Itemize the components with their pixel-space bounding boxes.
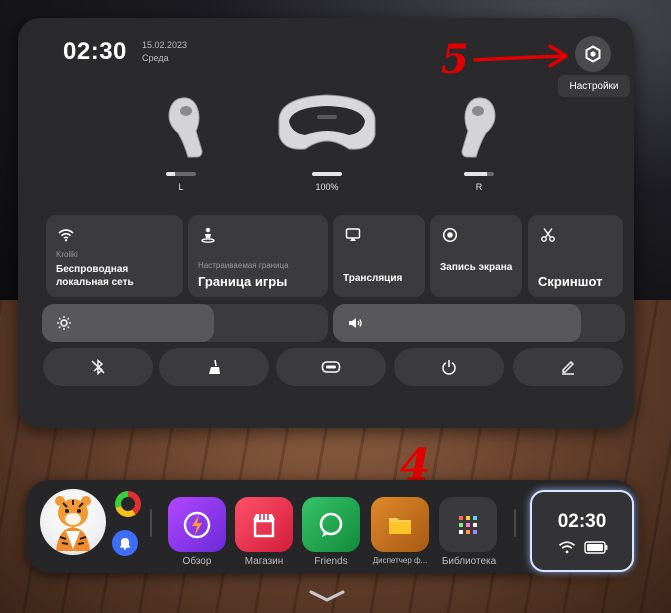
headset-link-icon bbox=[321, 361, 341, 373]
app-explore[interactable] bbox=[168, 497, 226, 552]
wifi-icon bbox=[58, 229, 74, 242]
chevron-down-icon[interactable] bbox=[305, 588, 349, 604]
user-avatar[interactable] bbox=[40, 489, 106, 555]
panel-day: Среда bbox=[142, 53, 169, 63]
app-label-explore: Обзор bbox=[182, 556, 212, 567]
record-tile[interactable]: Запись экрана bbox=[430, 215, 522, 297]
clean-button[interactable] bbox=[159, 348, 269, 386]
app-label-library: Библиотека bbox=[441, 556, 497, 567]
app-file-manager[interactable] bbox=[371, 497, 429, 552]
settings-button[interactable] bbox=[575, 36, 611, 72]
power-icon bbox=[442, 360, 456, 375]
folder-icon bbox=[389, 517, 411, 534]
notifications-button[interactable] bbox=[112, 530, 138, 556]
wifi-tile-title: Беспроводная локальная сеть bbox=[56, 264, 134, 288]
grid-icon bbox=[459, 515, 477, 534]
headset-battery-fill bbox=[312, 172, 342, 176]
screenshot-tile[interactable]: Скриншот bbox=[528, 215, 623, 297]
cast-icon bbox=[345, 228, 361, 241]
left-controller-label: L bbox=[178, 182, 184, 192]
annotation-arrow-5 bbox=[473, 44, 568, 68]
hexagon-gear-icon bbox=[585, 45, 601, 63]
right-controller-battery-fill bbox=[464, 172, 487, 176]
quick-settings-panel: 02:30 15.02.2023 Среда Настройки L 100% bbox=[18, 18, 634, 428]
headset-link-button[interactable] bbox=[276, 348, 386, 386]
bluetooth-toggle-button[interactable] bbox=[43, 348, 153, 386]
right-controller[interactable] bbox=[448, 93, 508, 161]
app-library[interactable] bbox=[439, 497, 497, 552]
left-controller-battery-bar bbox=[166, 172, 196, 176]
controller-icon bbox=[168, 97, 203, 158]
clean-icon bbox=[209, 359, 220, 374]
volume-icon bbox=[349, 318, 362, 328]
power-button[interactable] bbox=[394, 348, 504, 386]
annotation-number-5: 5 bbox=[441, 36, 469, 83]
edit-icon bbox=[562, 361, 574, 375]
headset-battery-label: 100% bbox=[315, 182, 339, 192]
app-label-friends: Friends bbox=[314, 556, 348, 567]
taskbar-separator bbox=[150, 509, 152, 537]
app-label-store: Магазин bbox=[244, 556, 284, 567]
bluetooth-off-icon bbox=[91, 359, 105, 375]
record-icon bbox=[442, 227, 458, 243]
screenshot-tile-title: Скриншот bbox=[538, 274, 603, 289]
activity-rings-icon[interactable] bbox=[115, 491, 141, 517]
volume-slider[interactable] bbox=[333, 304, 625, 342]
bell-icon bbox=[120, 538, 130, 550]
settings-tooltip: Настройки bbox=[558, 75, 630, 97]
volume-slider-fill bbox=[333, 304, 582, 342]
app-store[interactable] bbox=[235, 497, 293, 552]
boundary-tile-title: Граница игры bbox=[198, 274, 288, 289]
cast-tile[interactable]: Трансляция bbox=[333, 215, 425, 297]
store-icon bbox=[253, 513, 275, 537]
cast-tile-title: Трансляция bbox=[343, 273, 403, 284]
headset-icon bbox=[278, 94, 376, 150]
status-clock-widget[interactable]: 02:30 bbox=[530, 490, 634, 572]
explore-icon bbox=[183, 511, 211, 538]
headset-battery-bar bbox=[312, 172, 342, 176]
brightness-icon bbox=[57, 316, 71, 330]
record-tile-title: Запись экрана bbox=[440, 262, 513, 273]
scissors-icon bbox=[541, 228, 555, 242]
taskbar-clock-time: 02:30 bbox=[557, 511, 607, 532]
left-controller[interactable] bbox=[156, 93, 216, 161]
brightness-slider[interactable] bbox=[42, 304, 328, 342]
taskbar-separator bbox=[514, 509, 516, 537]
app-friends[interactable] bbox=[302, 497, 360, 552]
boundary-icon bbox=[201, 227, 215, 243]
right-controller-label: R bbox=[475, 182, 483, 192]
boundary-subtitle: Настраиваемая граница bbox=[198, 261, 289, 270]
left-controller-battery-fill bbox=[166, 172, 175, 176]
panel-date: 15.02.2023 bbox=[142, 40, 188, 50]
panel-time: 02:30 bbox=[63, 38, 127, 65]
tiger-avatar-icon bbox=[55, 496, 91, 551]
app-label-file-manager: Диспетчер ф... bbox=[372, 556, 428, 565]
edit-button[interactable] bbox=[513, 348, 623, 386]
right-controller-battery-bar bbox=[464, 172, 494, 176]
boundary-tile[interactable]: Настраиваемая граница Граница игры bbox=[188, 215, 328, 297]
controller-icon bbox=[461, 97, 496, 158]
chat-icon bbox=[319, 512, 343, 537]
wifi-tile[interactable]: Kroliki Беспроводная локальная сеть bbox=[46, 215, 183, 297]
wifi-network-name: Kroliki bbox=[56, 250, 78, 259]
battery-icon bbox=[584, 541, 608, 554]
wifi-icon bbox=[558, 541, 576, 554]
headset[interactable] bbox=[271, 91, 383, 157]
